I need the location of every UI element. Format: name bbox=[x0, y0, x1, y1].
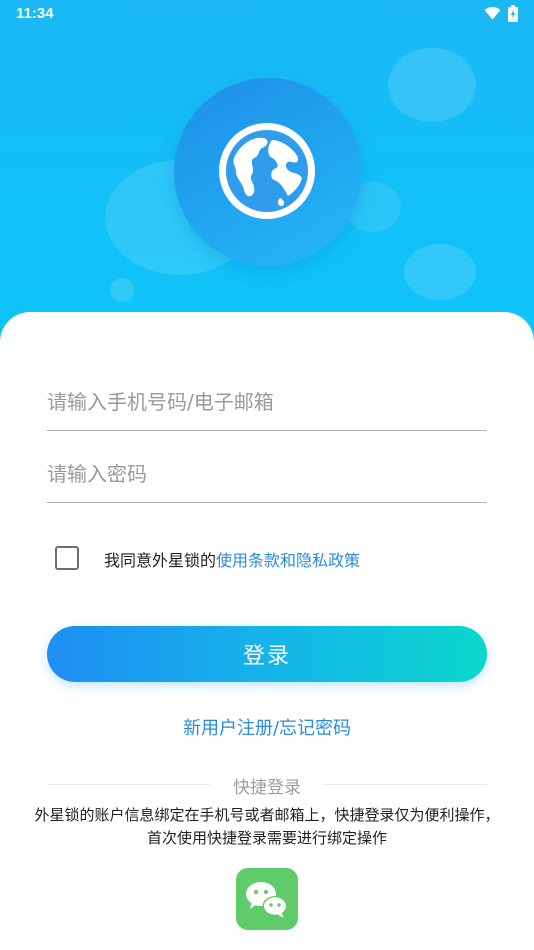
password-field[interactable] bbox=[47, 446, 487, 503]
agreement-text: 我同意外星锁的使用条款和隐私政策 bbox=[104, 547, 360, 571]
hero-banner bbox=[0, 0, 534, 340]
wechat-icon bbox=[246, 882, 288, 918]
status-time: 11:34 bbox=[16, 5, 54, 22]
quick-login-divider: 快捷登录 bbox=[47, 773, 487, 798]
wifi-icon bbox=[484, 7, 501, 20]
battery-charging-icon bbox=[508, 5, 518, 22]
quick-login-title: 快捷登录 bbox=[233, 778, 301, 798]
phone-email-field[interactable] bbox=[47, 374, 487, 431]
phone-email-input[interactable] bbox=[47, 374, 487, 430]
agreement-prefix: 我同意外星锁的 bbox=[104, 551, 217, 570]
decorative-bubble bbox=[404, 244, 476, 300]
login-button[interactable]: 登录 bbox=[47, 626, 487, 682]
decorative-bubble bbox=[388, 48, 476, 122]
register-forgot-links: 新用户注册/忘记密码 bbox=[0, 714, 534, 740]
register-forgot-link[interactable]: 新用户注册/忘记密码 bbox=[183, 718, 351, 739]
decorative-bubble bbox=[110, 278, 134, 302]
globe-icon bbox=[219, 123, 315, 219]
terms-privacy-link[interactable]: 使用条款和隐私政策 bbox=[216, 551, 360, 570]
wechat-login-button[interactable] bbox=[236, 868, 298, 930]
password-input[interactable] bbox=[47, 446, 487, 502]
status-bar: 11:34 bbox=[0, 0, 534, 28]
quick-login-description: 外星锁的账户信息绑定在手机号或者邮箱上，快捷登录仅为便利操作，首次使用快捷登录需… bbox=[34, 806, 500, 847]
agreement-checkbox[interactable] bbox=[55, 546, 79, 570]
